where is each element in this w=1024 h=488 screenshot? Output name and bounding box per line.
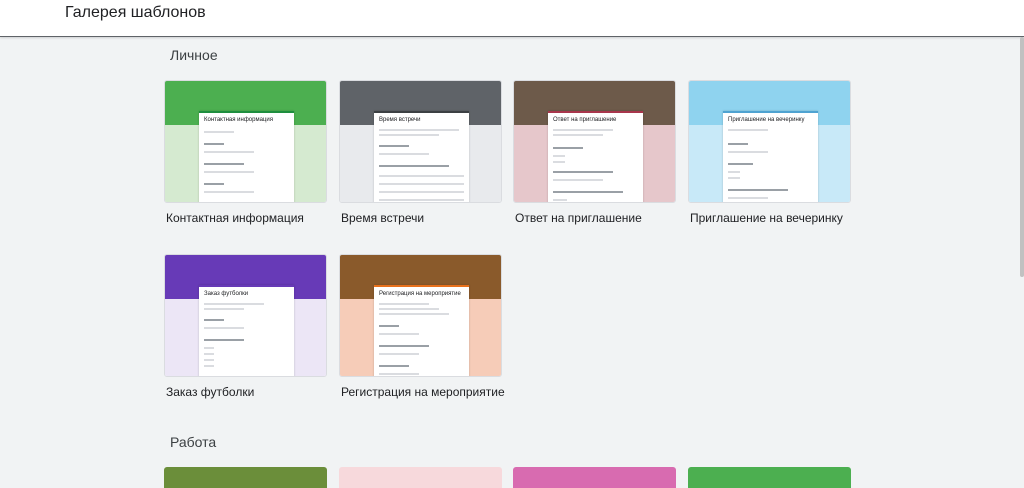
template-card-meeting-time[interactable]: Время встречи Время встречи bbox=[339, 80, 502, 225]
template-label: Время встречи bbox=[341, 211, 425, 225]
thumbnail-form-title: Заказ футболки bbox=[204, 291, 249, 297]
section-title-work: Работа bbox=[170, 434, 217, 450]
work-template-thumbnail[interactable] bbox=[513, 467, 676, 488]
page-title: Галерея шаблонов bbox=[65, 4, 206, 21]
template-thumbnail: Регистрация на мероприятие bbox=[339, 254, 502, 377]
template-label: Ответ на приглашение bbox=[515, 211, 642, 225]
thumbnail-form-title: Регистрация на мероприятие bbox=[379, 291, 461, 297]
section-title-personal: Личное bbox=[170, 47, 218, 63]
work-template-thumbnail[interactable] bbox=[688, 467, 851, 488]
template-label: Регистрация на мероприятие bbox=[341, 385, 505, 399]
template-thumbnail: Заказ футболки bbox=[164, 254, 327, 377]
work-template-thumbnail[interactable] bbox=[339, 467, 502, 488]
template-thumbnail: Приглашение на вечеринку bbox=[688, 80, 851, 203]
template-thumbnail: Ответ на приглашение bbox=[513, 80, 676, 203]
template-card-party-invite[interactable]: Приглашение на вечеринку Приглашение на … bbox=[688, 80, 851, 225]
thumbnail-form-title: Приглашение на вечеринку bbox=[728, 117, 805, 123]
work-template-thumbnail[interactable] bbox=[164, 467, 327, 488]
template-thumbnail: Контактная информация bbox=[164, 80, 327, 203]
template-thumbnail: Время встречи bbox=[339, 80, 502, 203]
thumbnail-form-title: Время встречи bbox=[379, 117, 421, 123]
template-card-contact-info[interactable]: Контактная информация Контактная информа… bbox=[164, 80, 327, 225]
thumbnail-form-title: Ответ на приглашение bbox=[553, 117, 617, 123]
template-card-event-registration[interactable]: Регистрация на мероприятие Регистрация н… bbox=[339, 254, 505, 399]
top-bar: Галерея шаблонов bbox=[0, 0, 1024, 37]
template-label: Контактная информация bbox=[166, 211, 304, 225]
template-label: Приглашение на вечеринку bbox=[690, 211, 843, 225]
template-label: Заказ футболки bbox=[166, 385, 255, 399]
thumbnail-form-title: Контактная информация bbox=[204, 117, 273, 123]
scrollbar[interactable] bbox=[1020, 37, 1024, 277]
template-card-rsvp[interactable]: Ответ на приглашение Ответ на приглашени… bbox=[513, 80, 676, 225]
template-card-tshirt-order[interactable]: Заказ футболки Заказ футболки bbox=[164, 254, 327, 399]
